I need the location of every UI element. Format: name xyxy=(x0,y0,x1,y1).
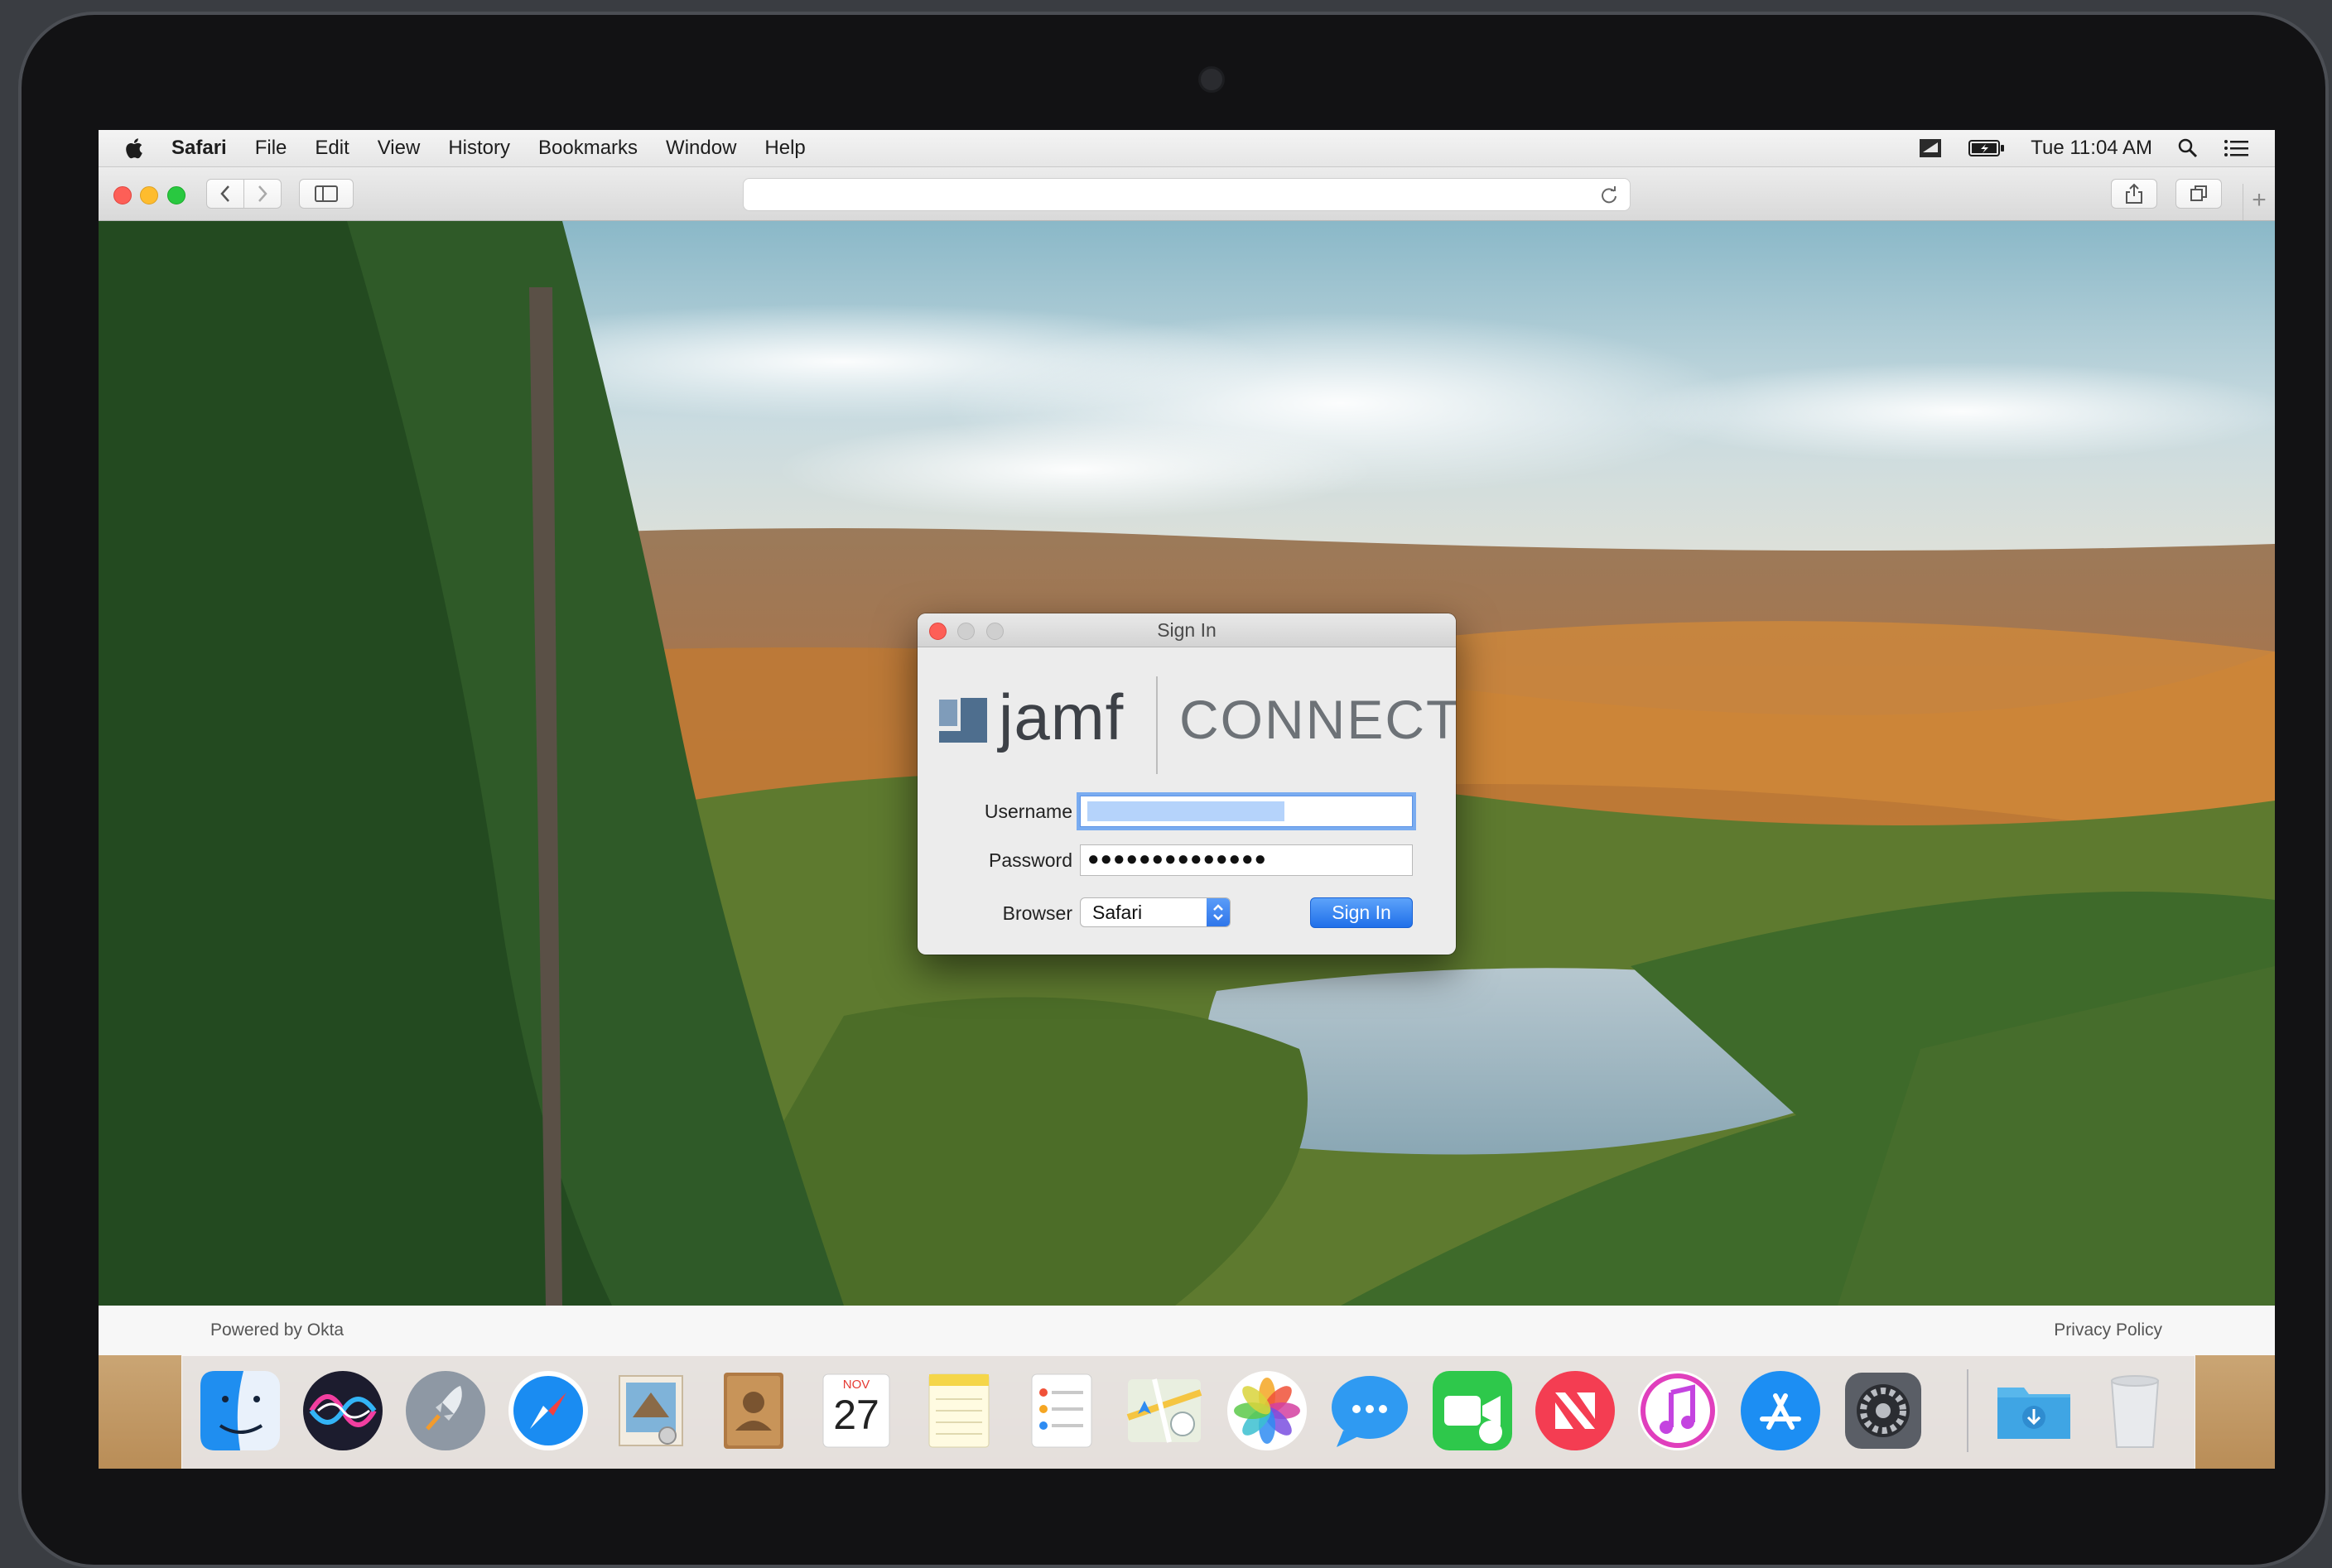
notification-center-icon[interactable] xyxy=(2224,138,2250,158)
dialog-minimize-button xyxy=(957,623,975,640)
system-preferences-icon[interactable] xyxy=(1840,1368,1926,1454)
privacy-policy-link[interactable]: Privacy Policy xyxy=(2054,1320,2162,1340)
chevron-right-icon xyxy=(258,185,267,202)
sidebar-icon xyxy=(315,185,338,202)
browser-select[interactable]: Safari xyxy=(1080,897,1231,927)
page-footer: Powered by Okta Privacy Policy xyxy=(99,1306,2275,1355)
notes-icon[interactable] xyxy=(916,1368,1002,1454)
reload-icon[interactable] xyxy=(1600,186,1618,204)
screen: Safari File Edit View History Bookmarks … xyxy=(99,130,2275,1469)
share-button[interactable] xyxy=(2111,179,2157,209)
tab-overview-icon xyxy=(2190,185,2207,201)
contacts-icon[interactable] xyxy=(711,1368,797,1454)
safari-toolbar: + xyxy=(99,167,2275,221)
menu-history[interactable]: History xyxy=(448,137,510,160)
news-icon[interactable] xyxy=(1532,1368,1618,1454)
tabs-button[interactable] xyxy=(2175,179,2222,209)
launchpad-icon[interactable] xyxy=(402,1368,489,1454)
dialog-title: Sign In xyxy=(1157,619,1217,641)
zoom-window-button[interactable] xyxy=(167,186,186,204)
dialog-zoom-button xyxy=(986,623,1004,640)
powered-by-text: Powered by Okta xyxy=(210,1320,344,1340)
calendar-month: NOV xyxy=(842,1378,870,1392)
menu-bookmarks[interactable]: Bookmarks xyxy=(538,137,638,160)
facetime-icon[interactable] xyxy=(1429,1368,1515,1454)
menu-file[interactable]: File xyxy=(255,137,287,160)
sign-in-button[interactable]: Sign In xyxy=(1310,897,1413,928)
username-selection-highlight xyxy=(1087,801,1284,821)
password-value: ●●●●●●●●●●●●●● xyxy=(1087,848,1267,870)
address-bar[interactable] xyxy=(743,178,1631,211)
dialog-close-button[interactable] xyxy=(929,623,947,640)
back-button[interactable] xyxy=(206,179,244,209)
menu-view[interactable]: View xyxy=(378,137,421,160)
siri-icon[interactable] xyxy=(300,1368,386,1454)
itunes-icon[interactable] xyxy=(1635,1368,1721,1454)
dock-separator xyxy=(1967,1369,1968,1452)
new-tab-button[interactable]: + xyxy=(2243,184,2275,220)
menu-app-name[interactable]: Safari xyxy=(171,137,227,160)
username-field[interactable] xyxy=(1080,796,1413,827)
select-stepper-icon xyxy=(1207,898,1230,926)
menu-edit[interactable]: Edit xyxy=(315,137,349,160)
safari-icon[interactable] xyxy=(505,1368,591,1454)
trash-icon[interactable] xyxy=(2092,1368,2178,1454)
reminders-icon[interactable] xyxy=(1019,1368,1105,1454)
menu-bar: Safari File Edit View History Bookmarks … xyxy=(99,130,2275,167)
calendar-day: 27 xyxy=(833,1392,879,1438)
menu-extras: Tue 11:04 AM xyxy=(1918,130,2250,166)
share-icon xyxy=(2126,183,2142,204)
dialog-titlebar: Sign In xyxy=(918,613,1456,647)
maps-icon[interactable] xyxy=(1121,1368,1207,1454)
calendar-icon[interactable]: NOV 27 xyxy=(813,1368,899,1454)
menu-window[interactable]: Window xyxy=(666,137,736,160)
forward-button[interactable] xyxy=(243,179,282,209)
jamf-connect-menu-icon[interactable] xyxy=(1918,137,1943,159)
app-store-icon[interactable] xyxy=(1737,1368,1824,1454)
messages-icon[interactable] xyxy=(1327,1368,1413,1454)
logo-brand-text: jamf xyxy=(999,681,1125,753)
password-field[interactable]: ●●●●●●●●●●●●●● xyxy=(1080,844,1413,876)
mail-icon[interactable] xyxy=(608,1368,694,1454)
jamf-logo-mark-icon xyxy=(939,698,987,743)
jamf-connect-logo: jamf CONNECT xyxy=(918,657,1456,774)
sidebar-button[interactable] xyxy=(299,179,354,209)
password-label: Password xyxy=(989,849,1072,871)
apple-menu-icon[interactable] xyxy=(123,137,143,160)
browser-selected-value: Safari xyxy=(1092,902,1143,923)
spotlight-icon[interactable] xyxy=(2177,137,2199,159)
menu-help[interactable]: Help xyxy=(764,137,805,160)
username-label: Username xyxy=(984,801,1072,822)
browser-label: Browser xyxy=(1002,902,1072,924)
camera xyxy=(1198,66,1225,93)
photos-icon[interactable] xyxy=(1224,1368,1310,1454)
sign-in-dialog: Sign In jamf CONNECT Username Password ●… xyxy=(918,613,1456,955)
dock: NOV 27 xyxy=(181,1355,2195,1469)
downloads-folder-icon[interactable] xyxy=(1991,1368,2077,1454)
close-window-button[interactable] xyxy=(113,186,132,204)
logo-product-text: CONNECT xyxy=(1179,689,1456,750)
menu-clock[interactable]: Tue 11:04 AM xyxy=(2031,137,2152,160)
battery-icon[interactable] xyxy=(1968,138,2006,158)
minimize-window-button[interactable] xyxy=(140,186,158,204)
finder-icon[interactable] xyxy=(197,1368,283,1454)
chevron-left-icon xyxy=(220,185,229,202)
logo-divider xyxy=(1156,676,1158,774)
